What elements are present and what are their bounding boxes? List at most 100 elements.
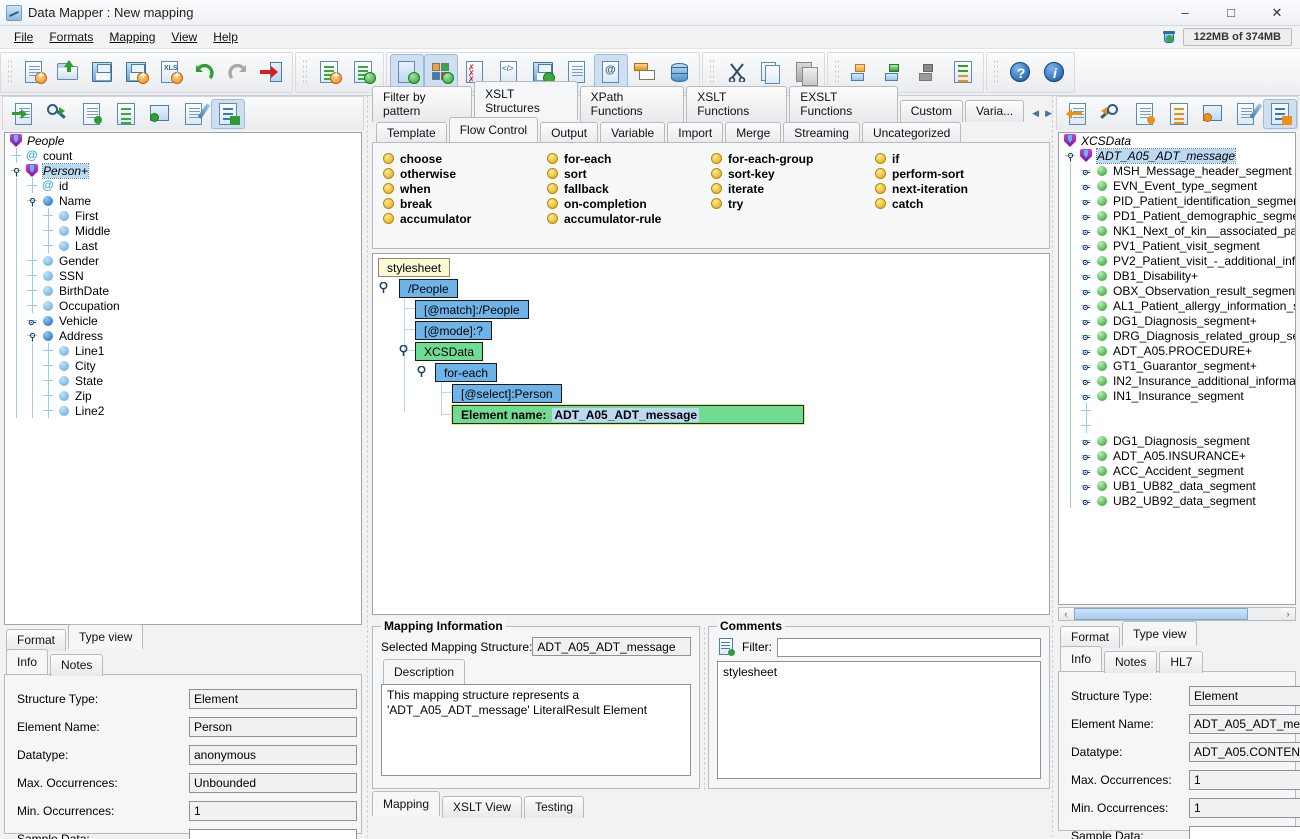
tree-item[interactable]: Occupation	[5, 298, 361, 313]
palette-item[interactable]: if	[875, 151, 1039, 166]
tree-item[interactable]: DG1_Diagnosis_segment	[1059, 433, 1295, 448]
source-table-button[interactable]	[211, 98, 245, 129]
tree-expander-icon[interactable]	[1079, 463, 1095, 478]
canvas-node-match-attr[interactable]: [@match]:/People	[415, 300, 529, 319]
menu-item-formats[interactable]: Formats	[41, 28, 101, 46]
tree-item[interactable]: ADT_A05.PROCEDURE+	[1059, 343, 1295, 358]
tree-expander-icon[interactable]	[1079, 493, 1095, 508]
hscroll-left-arrow-icon[interactable]: ‹	[1059, 608, 1073, 620]
find-target-button[interactable]	[1095, 99, 1129, 129]
tree-expander-icon[interactable]	[1079, 208, 1095, 223]
tree-item[interactable]: Line2	[5, 403, 361, 418]
toolbar-grip-icon[interactable]	[993, 59, 1000, 85]
tree-item[interactable]: @ id	[5, 178, 361, 193]
source-tree[interactable]: People @ count Person+ @ id Name First Middle Las…	[4, 132, 362, 625]
tree-expander-icon[interactable]	[1079, 268, 1095, 283]
import-target-button[interactable]	[1061, 99, 1095, 129]
tree-item[interactable]: People	[5, 133, 361, 148]
detail-field-value[interactable]: anonymous	[189, 745, 357, 765]
toolbar-grip-icon[interactable]	[834, 59, 841, 85]
tree-expander-icon[interactable]	[1079, 193, 1095, 208]
tab-exslt-functions[interactable]: EXSLT Functions	[789, 86, 898, 122]
tree-item[interactable]: DG1_Diagnosis_segment+	[1059, 313, 1295, 328]
tab-type-view[interactable]: Type view	[68, 624, 144, 649]
detail-field-value[interactable]: ADT_A05.CONTENT	[1189, 742, 1300, 762]
detail-field-value[interactable]: 1	[1189, 770, 1300, 790]
tab-output[interactable]: Output	[540, 122, 599, 144]
tree-item[interactable]: Middle	[5, 223, 361, 238]
tree-expander-icon[interactable]	[1079, 388, 1095, 403]
canvas-node-xcsdata[interactable]: XCSData	[415, 342, 484, 361]
tree-expander-icon[interactable]	[1079, 283, 1095, 298]
notes-source-button[interactable]	[75, 99, 109, 129]
tab-testing[interactable]: Testing	[524, 796, 585, 818]
tab-info[interactable]: Info	[1060, 646, 1103, 671]
find-source-button[interactable]	[41, 99, 75, 129]
target-list-button[interactable]	[1162, 99, 1196, 129]
tab-scroll-left-icon[interactable]: ◀	[1032, 108, 1039, 119]
menu-item-help[interactable]: Help	[205, 28, 246, 46]
add-structure-button[interactable]	[312, 54, 346, 90]
menu-item-view[interactable]: View	[163, 28, 205, 46]
detail-field-value[interactable]	[189, 829, 357, 839]
tree-item[interactable]: PD1_Patient_demographic_segment	[1059, 208, 1295, 223]
tree-item[interactable]: DB1_Disability+	[1059, 268, 1295, 283]
save-button[interactable]	[85, 54, 119, 90]
tree-item[interactable]: GT1_Guarantor_segment+	[1059, 358, 1295, 373]
tree-expander-icon[interactable]	[1079, 313, 1095, 328]
tab-format[interactable]: Format	[6, 629, 67, 651]
tab-xslt-view[interactable]: XSLT View	[442, 796, 523, 818]
tree-item[interactable]: Zip	[5, 388, 361, 403]
tree-expander-icon[interactable]	[25, 328, 41, 343]
comments-body[interactable]: stylesheet	[717, 661, 1041, 779]
mapping-canvas[interactable]: stylesheet /People [@match]:/People [@mo…	[372, 253, 1050, 615]
tab-custom[interactable]: Custom	[899, 100, 964, 122]
tab-streaming[interactable]: Streaming	[783, 122, 860, 144]
mapping-comments-splitter[interactable]	[700, 626, 708, 791]
tab-flow-control[interactable]: Flow Control	[448, 117, 539, 142]
tree-expander-icon[interactable]	[1079, 433, 1095, 448]
tree-expander-icon[interactable]	[1079, 178, 1095, 193]
cut-button[interactable]	[719, 54, 753, 90]
tree-expander-icon[interactable]	[1063, 148, 1079, 163]
redo-button[interactable]	[221, 54, 255, 90]
tree-item[interactable]: PV2_Patient_visit_-_additional_info	[1059, 253, 1295, 268]
detail-field-value[interactable]: 1	[189, 801, 357, 821]
tree-expander-icon[interactable]	[1079, 253, 1095, 268]
expander-people-icon[interactable]	[378, 281, 389, 293]
import-source-button[interactable]	[7, 99, 41, 129]
palette-item[interactable]: for-each-group	[711, 151, 875, 166]
tab-scroll-right-icon[interactable]: ▶	[1045, 108, 1052, 119]
paste-button[interactable]	[787, 54, 821, 90]
preview-source-button[interactable]	[143, 99, 177, 129]
palette-item[interactable]: choose	[383, 151, 547, 166]
close-button[interactable]: ✕	[1254, 0, 1300, 26]
tree-expander-icon[interactable]	[1079, 223, 1095, 238]
tree-item[interactable]: PID_Patient_identification_segment	[1059, 193, 1295, 208]
tree-item[interactable]: State	[5, 373, 361, 388]
tree-expander-icon[interactable]	[1079, 238, 1095, 253]
canvas-node-mode-attr[interactable]: [@mode]:?	[415, 321, 492, 340]
detail-field-value[interactable]: ADT_A05_ADT_mes	[1189, 714, 1300, 734]
detail-field-value[interactable]: Element	[189, 689, 357, 709]
detail-field-value[interactable]	[1189, 826, 1300, 839]
demote-node-button[interactable]	[912, 54, 946, 90]
tree-item[interactable]: ADT_A05.INSURANCE+	[1059, 448, 1295, 463]
save-as-button[interactable]	[119, 54, 153, 90]
tab-info[interactable]: Info	[6, 649, 49, 674]
tab-merge[interactable]: Merge	[725, 122, 782, 144]
toolbar-grip-icon[interactable]	[709, 59, 716, 85]
tree-item[interactable]: MSH_Message_header_segment	[1059, 163, 1295, 178]
tree-item[interactable]: Address	[5, 328, 361, 343]
palette-item[interactable]: try	[711, 196, 875, 211]
tree-expander-icon[interactable]	[1079, 478, 1095, 493]
palette-item[interactable]: iterate	[711, 181, 875, 196]
recycle-trash-icon[interactable]	[1161, 29, 1177, 45]
database-button[interactable]	[662, 54, 696, 90]
toolbar-grip-icon[interactable]	[7, 59, 14, 85]
tree-item[interactable]: UB1_UB82_data_segment	[1059, 478, 1295, 493]
tree-item[interactable]: Name	[5, 193, 361, 208]
tree-item[interactable]: SSN	[5, 268, 361, 283]
palette-item[interactable]: fallback	[547, 181, 711, 196]
hscroll-thumb[interactable]	[1074, 608, 1248, 620]
